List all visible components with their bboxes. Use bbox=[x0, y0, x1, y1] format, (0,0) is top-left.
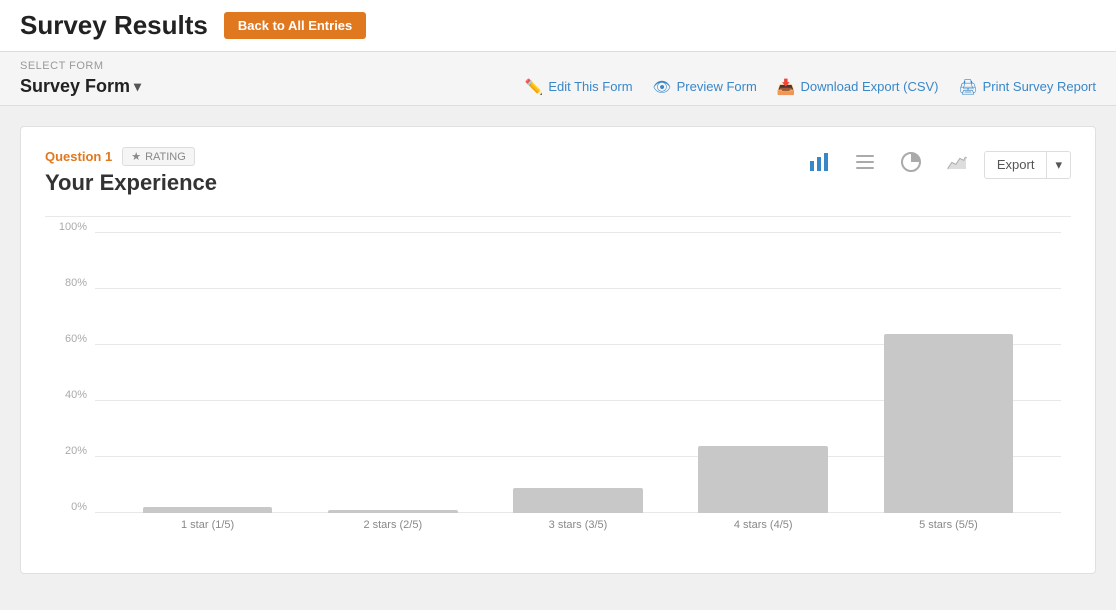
bar bbox=[513, 488, 643, 513]
print-report-link[interactable]: 🖨 Print Survey Report bbox=[959, 78, 1096, 96]
area-chart-icon bbox=[946, 151, 968, 173]
bar-chart-icon bbox=[808, 151, 830, 173]
question-toolbar: Export ▾ bbox=[800, 147, 1071, 182]
download-csv-link[interactable]: 📥 Download Export (CSV) bbox=[777, 78, 939, 96]
main-content: Question 1 ★ RATING Your Experience bbox=[0, 106, 1116, 594]
preview-form-label: Preview Form bbox=[677, 79, 757, 94]
form-name-label: Survey Form bbox=[20, 76, 130, 97]
bar-chart-button[interactable] bbox=[800, 147, 838, 182]
header-bar: Survey Results Back to All Entries bbox=[0, 0, 1116, 52]
export-dropdown: Export ▾ bbox=[984, 151, 1071, 179]
bar-group bbox=[856, 233, 1041, 513]
bar bbox=[698, 446, 828, 513]
question-number: Question 1 bbox=[45, 149, 112, 164]
list-icon bbox=[854, 151, 876, 173]
edit-form-label: Edit This Form bbox=[548, 79, 632, 94]
edit-form-link[interactable]: ✏️ Edit This Form bbox=[525, 78, 633, 96]
bar-group bbox=[485, 233, 670, 513]
question-type-label: RATING bbox=[145, 151, 186, 163]
form-select-button[interactable]: Survey Form ▾ bbox=[20, 76, 141, 97]
bars-container bbox=[95, 233, 1061, 513]
x-axis-label: 3 stars (3/5) bbox=[485, 519, 670, 531]
bar-group bbox=[300, 233, 485, 513]
bar-group bbox=[671, 233, 856, 513]
toolbar: SELECT FORM Survey Form ▾ ✏️ Edit This F… bbox=[0, 52, 1116, 106]
x-axis-label: 4 stars (4/5) bbox=[671, 519, 856, 531]
grid-label: 80% bbox=[47, 277, 87, 289]
list-chart-button[interactable] bbox=[846, 147, 884, 182]
export-arrow-button[interactable]: ▾ bbox=[1046, 152, 1070, 178]
print-report-label: Print Survey Report bbox=[983, 79, 1096, 94]
pie-chart-button[interactable] bbox=[892, 147, 930, 182]
export-label: Export bbox=[985, 152, 1047, 177]
grid-label: 100% bbox=[47, 221, 87, 233]
star-icon: ★ bbox=[131, 150, 141, 163]
chart-area: 100%80%60%40%20%0% 1 star (1/5)2 stars (… bbox=[45, 233, 1071, 553]
preview-form-link[interactable]: 👁 Preview Form bbox=[653, 78, 757, 96]
toolbar-row: Survey Form ▾ ✏️ Edit This Form 👁 Previe… bbox=[20, 76, 1096, 105]
pie-chart-icon bbox=[900, 151, 922, 173]
chevron-down-icon: ▾ bbox=[134, 78, 141, 95]
form-select-wrapper: Survey Form ▾ bbox=[20, 76, 141, 97]
x-axis-label: 1 star (1/5) bbox=[115, 519, 300, 531]
question-card: Question 1 ★ RATING Your Experience bbox=[20, 126, 1096, 574]
x-axis-label: 2 stars (2/5) bbox=[300, 519, 485, 531]
grid-label: 40% bbox=[47, 389, 87, 401]
question-divider bbox=[45, 216, 1071, 217]
download-icon: 📥 bbox=[777, 78, 796, 96]
bar-group bbox=[115, 233, 300, 513]
edit-icon: ✏️ bbox=[525, 78, 544, 96]
question-type-badge: ★ RATING bbox=[122, 147, 195, 166]
page-title: Survey Results bbox=[20, 10, 208, 41]
grid-label: 0% bbox=[47, 501, 87, 513]
area-chart-button[interactable] bbox=[938, 147, 976, 182]
back-to-entries-button[interactable]: Back to All Entries bbox=[224, 12, 366, 39]
toolbar-actions: ✏️ Edit This Form 👁 Preview Form 📥 Downl… bbox=[525, 78, 1096, 96]
print-icon: 🖨 bbox=[959, 78, 978, 96]
question-title: Your Experience bbox=[45, 170, 217, 196]
grid-label: 60% bbox=[47, 333, 87, 345]
x-axis-labels: 1 star (1/5)2 stars (2/5)3 stars (3/5)4 … bbox=[95, 513, 1061, 553]
grid-label: 20% bbox=[47, 445, 87, 457]
x-axis-label: 5 stars (5/5) bbox=[856, 519, 1041, 531]
download-csv-label: Download Export (CSV) bbox=[801, 79, 939, 94]
select-form-label: SELECT FORM bbox=[20, 60, 1096, 72]
eye-icon: 👁 bbox=[653, 78, 672, 96]
bar bbox=[884, 334, 1014, 513]
question-header: Question 1 ★ RATING bbox=[45, 147, 217, 166]
